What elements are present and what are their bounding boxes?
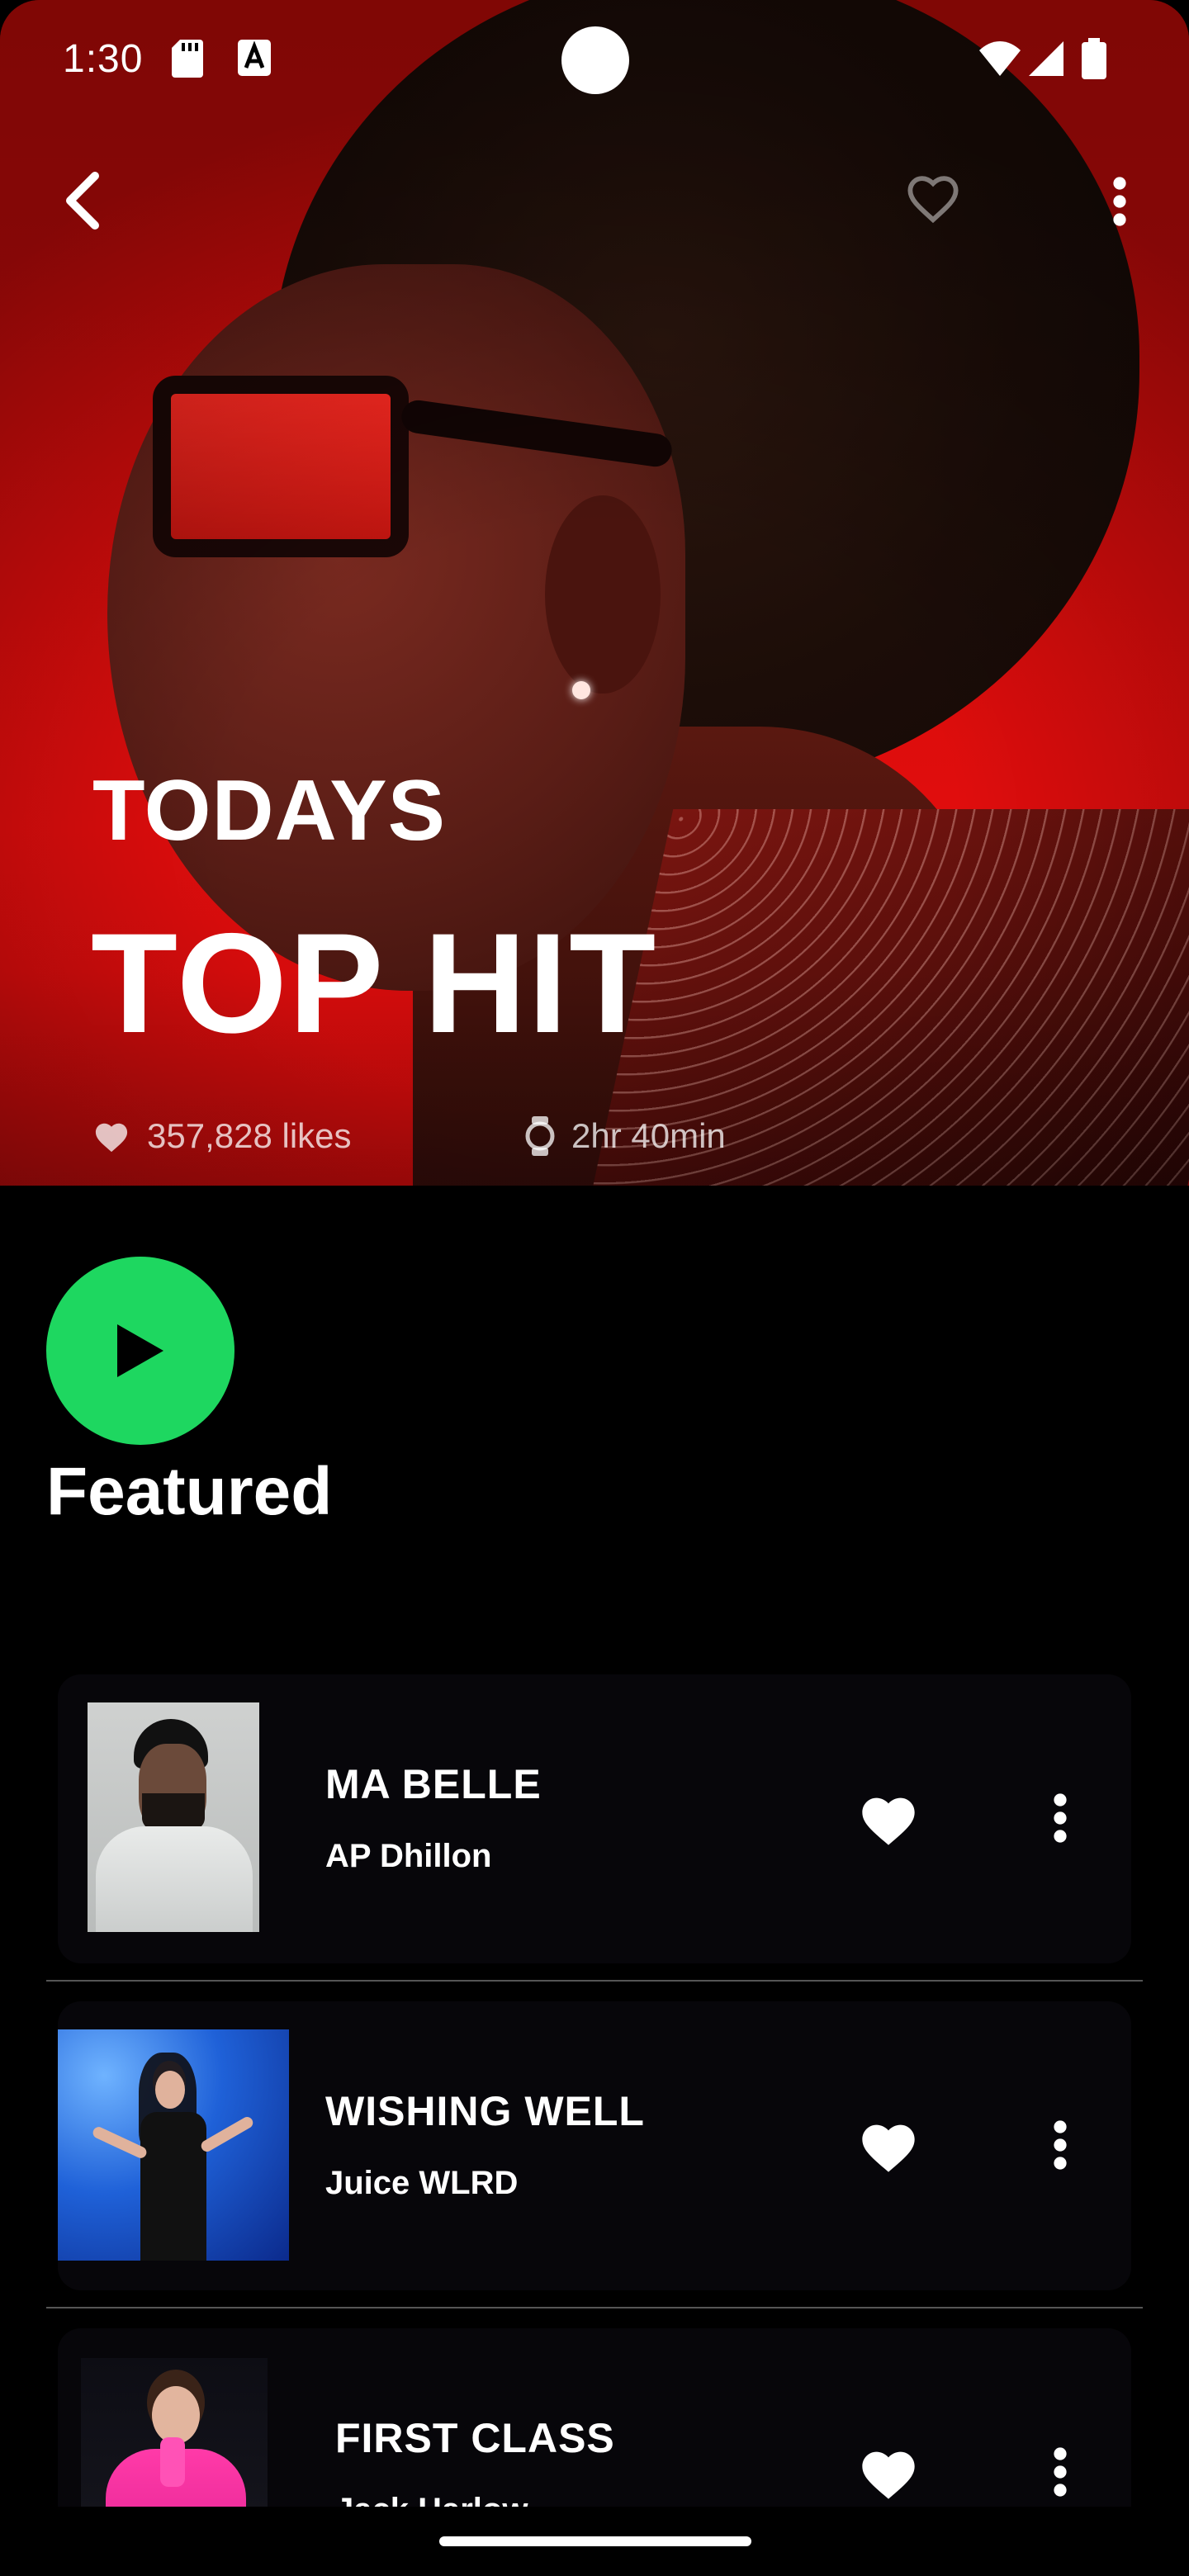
track-more-icon[interactable] [1054, 2120, 1067, 2170]
heart-outline-icon [907, 176, 959, 224]
hero-title-line2: TOP HIT [91, 904, 658, 1063]
like-heart-icon[interactable] [857, 1790, 920, 1848]
track-more-icon[interactable] [1054, 2447, 1067, 2497]
wifi-icon [979, 41, 1021, 76]
front-camera [561, 26, 629, 94]
track-title: MA BELLE [325, 1761, 542, 1807]
heart-icon [95, 1123, 128, 1153]
divider [46, 1980, 1143, 1982]
likes-count: 357,828 likes [92, 1116, 352, 1156]
track-row[interactable]: FIRST CLASS Jack Harlow [58, 2328, 1131, 2507]
play-icon [117, 1324, 163, 1377]
like-heart-icon[interactable] [857, 2444, 920, 2502]
back-button[interactable] [53, 165, 111, 236]
track-title: WISHING WELL [325, 2088, 645, 2134]
signal-icon [1029, 41, 1063, 76]
track-title: FIRST CLASS [335, 2415, 615, 2461]
play-button[interactable] [46, 1257, 234, 1445]
battery-icon [1082, 38, 1106, 79]
list-viewport-clip: FIRST CLASS Jack Harlow [0, 2312, 1189, 2507]
track-row[interactable]: WISHING WELL Juice WLRD [58, 2001, 1131, 2290]
track-artwork [88, 1702, 259, 1932]
duration-text: 2hr 40min [571, 1116, 726, 1155]
divider [46, 2307, 1143, 2308]
more-vert-icon [1113, 177, 1126, 226]
track-artist: AP Dhillon [325, 1838, 492, 1874]
hero-banner: TODAYS TOP HIT 357,828 likes 2hr 40min [0, 0, 1189, 1186]
track-artwork [58, 2029, 289, 2261]
section-title: Featured [46, 1454, 333, 1529]
more-options-button[interactable] [1100, 165, 1139, 238]
duration: 2hr 40min [525, 1116, 726, 1156]
favorite-playlist-button[interactable] [900, 165, 966, 231]
sd-card-icon [172, 40, 203, 78]
watch-icon [525, 1116, 555, 1156]
track-artwork [81, 2358, 268, 2507]
like-heart-icon[interactable] [857, 2117, 920, 2175]
status-time: 1:30 [63, 37, 144, 81]
hero-title-line1: TODAYS [92, 763, 446, 859]
track-more-icon[interactable] [1054, 1793, 1067, 1843]
track-artist: Jack Harlow [335, 2492, 528, 2507]
font-a-icon [238, 40, 271, 76]
chevron-left-icon [66, 172, 99, 230]
track-artist: Juice WLRD [325, 2165, 519, 2201]
home-indicator[interactable] [439, 2536, 751, 2546]
likes-text: 357,828 likes [147, 1116, 352, 1155]
track-row[interactable]: MA BELLE AP Dhillon [58, 1674, 1131, 1963]
screen: TODAYS TOP HIT 357,828 likes 2hr 40min 1… [0, 0, 1189, 2576]
status-bar: 1:30 [0, 0, 1189, 124]
